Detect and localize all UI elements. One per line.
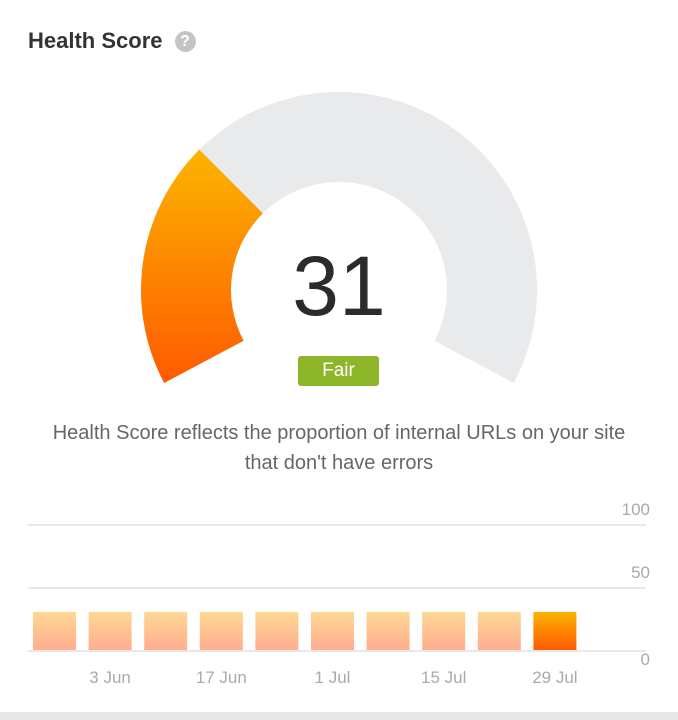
bar bbox=[144, 611, 188, 650]
bar bbox=[88, 611, 132, 650]
description: Health Score reflects the proportion of … bbox=[0, 418, 678, 478]
score-value: 31 bbox=[292, 239, 386, 333]
y-tick-label: 0 bbox=[641, 650, 650, 669]
bar bbox=[533, 611, 577, 650]
x-tick-label: 3 Jun bbox=[89, 668, 131, 687]
rating-badge: Fair bbox=[298, 356, 379, 386]
bar bbox=[33, 611, 76, 650]
card-bottom-border bbox=[0, 712, 678, 720]
description-text: Health Score reflects the proportion of … bbox=[52, 422, 626, 474]
x-tick-label: 15 Jul bbox=[421, 668, 466, 687]
x-tick-label: 1 Jul bbox=[315, 668, 351, 687]
x-tick-label: 29 Jul bbox=[532, 668, 577, 687]
x-tick-label: 17 Jun bbox=[196, 668, 247, 687]
bar bbox=[422, 611, 466, 650]
bar bbox=[477, 611, 521, 650]
bar bbox=[311, 611, 354, 650]
y-tick-label: 100 bbox=[622, 500, 650, 519]
bar bbox=[199, 611, 243, 650]
bar bbox=[255, 611, 299, 650]
bar bbox=[366, 611, 410, 650]
y-tick-label: 50 bbox=[631, 563, 650, 582]
